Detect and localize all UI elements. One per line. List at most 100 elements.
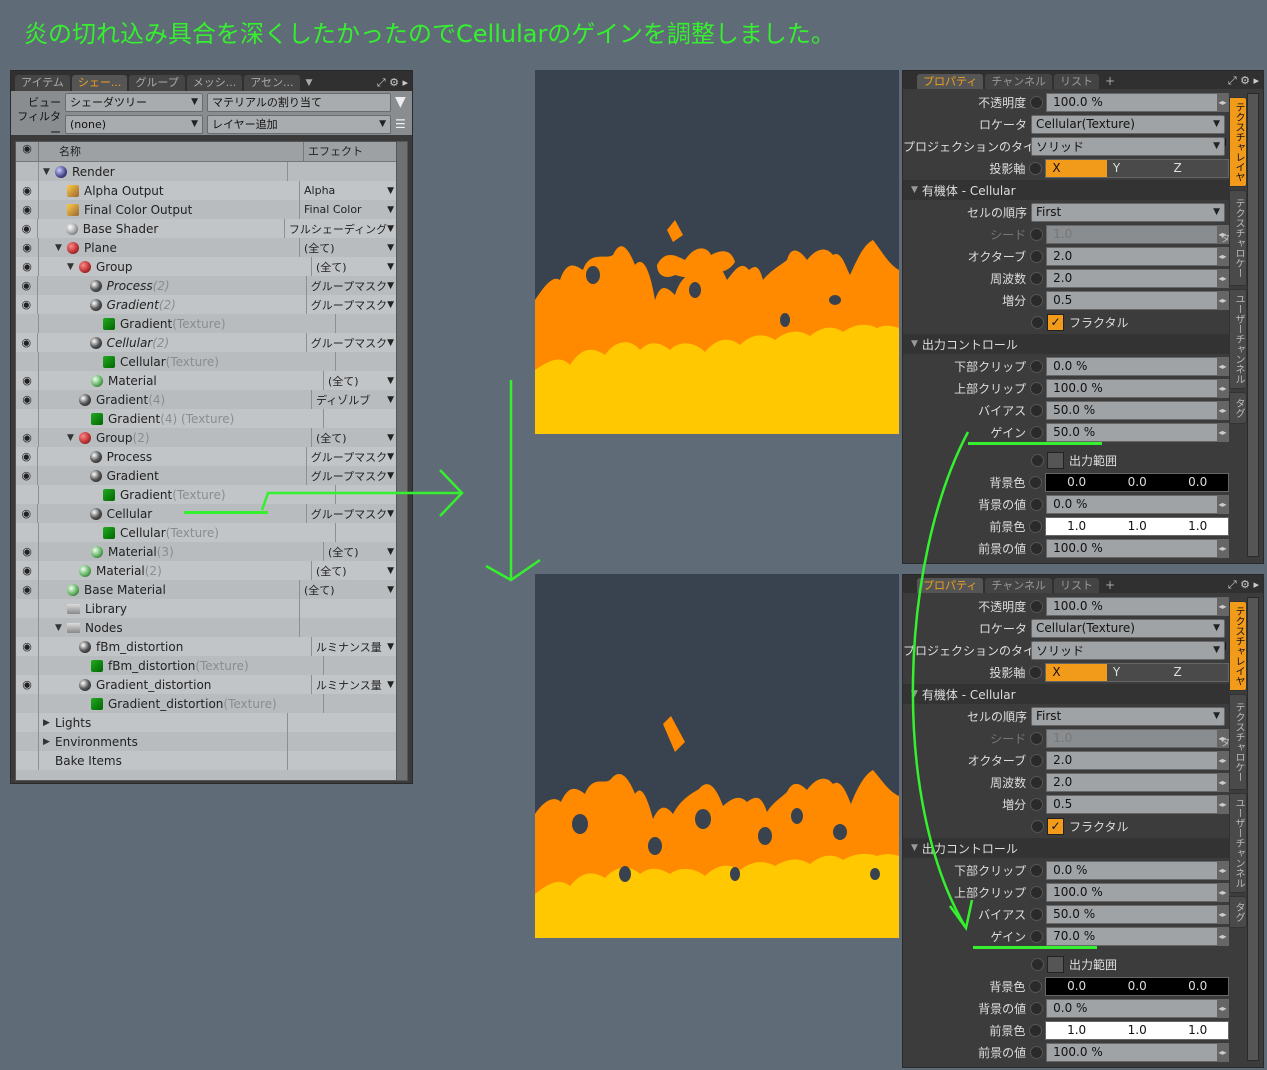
axis-x-button[interactable]: X (1046, 159, 1107, 177)
slider-handle-icon[interactable]: ◂▸ (1217, 247, 1228, 265)
channel-dot-icon[interactable] (1030, 929, 1044, 943)
visibility-empty[interactable] (16, 732, 39, 751)
tree-row-effect[interactable]: グループマスク ▼ (307, 468, 398, 484)
output-range-checkbox[interactable] (1047, 451, 1064, 469)
tree-row-effect[interactable]: (全て) ▼ (312, 563, 398, 579)
tab-menu-icon[interactable]: ▼ (306, 75, 313, 91)
axis-x-button[interactable]: X (1046, 663, 1107, 681)
visibility-eye-icon[interactable]: ◉ (16, 333, 38, 352)
tab-channels[interactable]: チャンネル (985, 578, 1053, 593)
tree-row[interactable]: ◉ Base Shader フルシェーディング ▼ (16, 219, 398, 238)
visibility-empty[interactable] (16, 751, 39, 770)
cell-order-select[interactable]: First ▼ (1031, 202, 1225, 222)
side-tab-tags[interactable]: タグ (1229, 392, 1247, 424)
slider-handle-icon[interactable]: ◂▸ (1217, 93, 1228, 111)
tree-row[interactable]: ▶ Environments (16, 732, 398, 751)
tree-row-effect[interactable]: (全て) ▼ (300, 582, 398, 598)
visibility-eye-icon[interactable]: ◉ (16, 675, 39, 694)
visibility-eye-icon[interactable]: ◉ (16, 542, 39, 561)
background-value-field[interactable]: 0.0 % ◂▸ (1046, 494, 1229, 514)
channel-dot-icon[interactable] (1029, 475, 1043, 489)
tab-shader[interactable]: シェー... (71, 75, 128, 91)
tree-row[interactable]: ◉ Material (2) (全て) ▼ (16, 561, 398, 580)
fractal-checkbox[interactable]: ✓ (1047, 817, 1064, 835)
channel-dot-icon[interactable] (1029, 519, 1043, 533)
tree-row-effect[interactable]: Alpha ▼ (300, 184, 398, 197)
projection-type-select[interactable]: ソリッド ▼ (1031, 640, 1225, 660)
slider-handle-icon[interactable]: ◂▸ (1217, 357, 1228, 375)
bias-field[interactable]: 50.0 % ◂▸ (1046, 400, 1229, 420)
channel-dot-icon[interactable] (1030, 1001, 1044, 1015)
foreground-value-field[interactable]: 100.0 % ◂▸ (1046, 538, 1229, 558)
slider-handle-icon[interactable]: ◂▸ (1217, 597, 1228, 615)
tree-row[interactable]: Library (16, 599, 398, 618)
tree-row[interactable]: ◉ Gradient (2) グループマスク ▼ (16, 295, 398, 314)
visibility-eye-icon[interactable]: ◉ (16, 238, 39, 257)
name-column-header[interactable]: 名称 (39, 142, 304, 161)
axis-y-button[interactable]: Y (1106, 159, 1168, 177)
opacity-field[interactable]: 100.0 % ◂▸ (1046, 92, 1229, 112)
channel-dot-icon[interactable] (1030, 381, 1044, 395)
channel-dot-icon[interactable] (1031, 453, 1044, 467)
channel-dot-icon[interactable] (1029, 1023, 1043, 1037)
tree-row[interactable]: Gradient_distortion (Texture) (16, 694, 398, 713)
high-clip-field[interactable]: 100.0 % ◂▸ (1046, 378, 1229, 398)
tree-row[interactable]: Gradient (4) (Texture) (16, 409, 398, 428)
tree-row[interactable]: ◉ Process グループマスク ▼ (16, 447, 398, 466)
foreground-color-swatch[interactable]: 1.0 1.0 1.0 (1045, 1020, 1229, 1040)
visibility-empty[interactable] (16, 713, 39, 732)
axis-y-button[interactable]: Y (1106, 663, 1168, 681)
tree-row[interactable]: ◉ Process (2) グループマスク ▼ (16, 276, 398, 295)
channel-dot-icon[interactable] (1031, 315, 1044, 329)
visibility-empty[interactable] (16, 409, 39, 428)
visibility-empty[interactable] (16, 162, 39, 181)
high-clip-field[interactable]: 100.0 % ◂▸ (1046, 882, 1229, 902)
visibility-empty[interactable] (16, 618, 39, 637)
tree-row-effect[interactable]: ディゾルブ ▼ (312, 392, 398, 408)
channel-dot-icon[interactable] (1030, 775, 1044, 789)
gain-field[interactable]: 50.0 % ◂▸ (1046, 422, 1229, 442)
visibility-empty[interactable] (16, 314, 39, 333)
channel-dot-icon[interactable] (1031, 819, 1044, 833)
channel-dot-icon[interactable] (1030, 497, 1044, 511)
visibility-eye-icon[interactable]: ◉ (16, 200, 39, 219)
channel-dot-icon[interactable] (1030, 863, 1044, 877)
channel-dot-icon[interactable] (1030, 403, 1044, 417)
tab-items[interactable]: アイテム (15, 75, 70, 91)
channel-dot-icon[interactable] (1029, 979, 1043, 993)
tree-row[interactable]: ◉ Base Material (全て) ▼ (16, 580, 398, 599)
visibility-empty[interactable] (16, 694, 39, 713)
visibility-eye-icon[interactable]: ◉ (16, 561, 39, 580)
tab-mesh[interactable]: メッシ... (186, 75, 243, 91)
effect-column-header[interactable]: エフェクト (304, 142, 363, 161)
opacity-field[interactable]: 100.0 % ◂▸ (1046, 596, 1229, 616)
projection-type-select[interactable]: ソリッド ▼ (1031, 136, 1225, 156)
panel-options-icon[interactable]: ⤢ ⚙ ▸ (1228, 577, 1263, 593)
filter-select[interactable]: (none) ▼ (65, 114, 203, 134)
channel-dot-icon[interactable] (1030, 731, 1044, 745)
expand-down-icon[interactable]: ▼ (43, 167, 53, 177)
expand-down-icon[interactable]: ▼ (55, 623, 65, 633)
tree-row[interactable]: ◉ Material (全て) ▼ (16, 371, 398, 390)
channel-dot-icon[interactable] (1030, 797, 1044, 811)
visibility-eye-icon[interactable]: ◉ (16, 181, 39, 200)
channel-dot-icon[interactable] (1030, 541, 1044, 555)
slider-handle-icon[interactable]: ◂▸ (1217, 905, 1228, 923)
tab-assembly[interactable]: アセン... (244, 75, 300, 91)
channel-dot-icon[interactable] (1030, 1045, 1044, 1059)
expand-down-icon[interactable]: ▼ (55, 243, 65, 253)
fractal-checkbox[interactable]: ✓ (1047, 313, 1064, 331)
tree-row-effect[interactable]: (全て) ▼ (324, 544, 398, 560)
tree-row-effect[interactable]: (全て) ▼ (312, 430, 398, 446)
expand-right-icon[interactable]: ▶ (43, 718, 53, 728)
list-menu-icon[interactable]: ☰ (395, 117, 406, 131)
channel-dot-icon[interactable] (1030, 425, 1044, 439)
increment-field[interactable]: 0.5 ◂▸ (1046, 794, 1229, 814)
visibility-eye-icon[interactable]: ◉ (16, 276, 38, 295)
locator-select[interactable]: Cellular(Texture) ▼ (1031, 618, 1225, 638)
tree-row[interactable]: ◉ Material (3) (全て) ▼ (16, 542, 398, 561)
axis-z-button[interactable]: Z (1167, 663, 1228, 681)
visibility-empty[interactable] (16, 599, 39, 618)
visibility-eye-icon[interactable]: ◉ (16, 447, 38, 466)
tree-row-effect[interactable]: グループマスク ▼ (307, 335, 398, 351)
